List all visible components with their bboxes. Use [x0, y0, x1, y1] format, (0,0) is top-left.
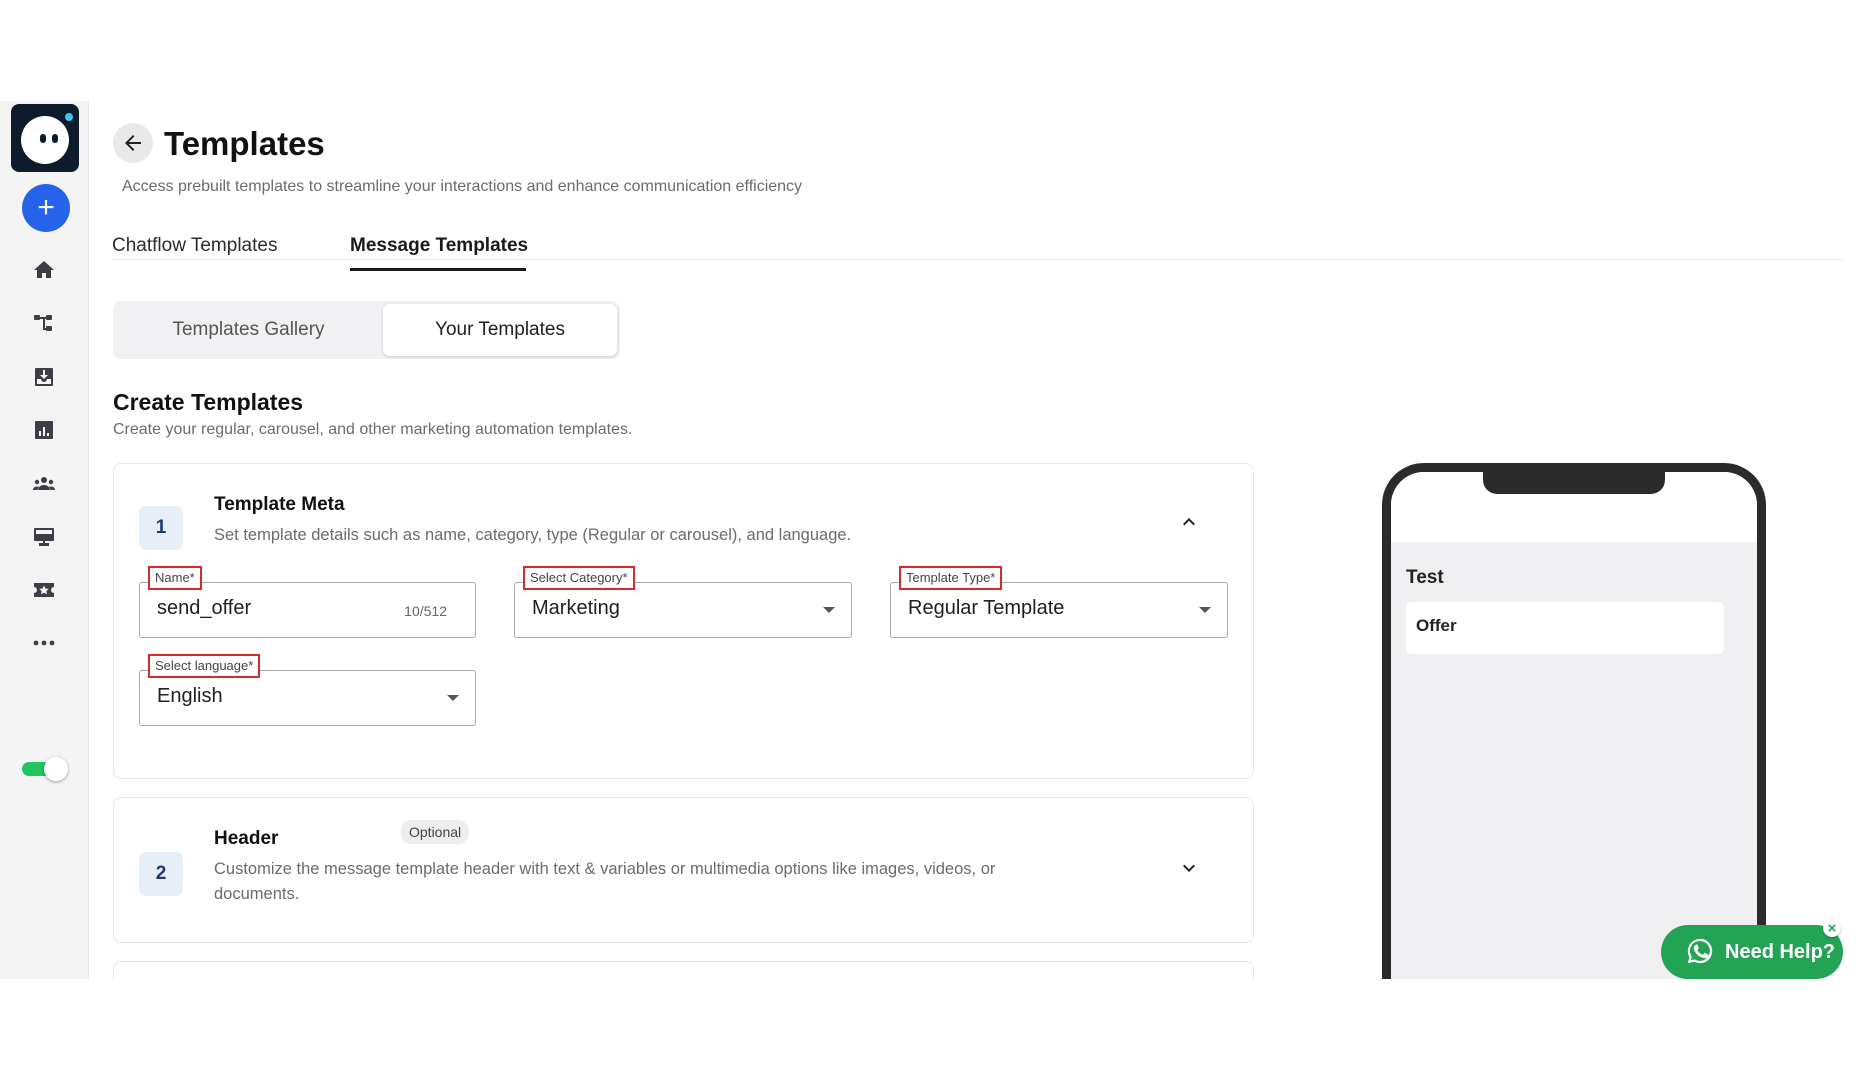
dropdown-arrow-icon [1199, 607, 1211, 613]
page-subtitle: Access prebuilt templates to streamline … [122, 178, 803, 195]
card-description: Set template details such as name, categ… [214, 526, 852, 544]
template-type-label: Template Type* [899, 566, 1003, 590]
status-toggle[interactable] [22, 757, 68, 781]
section-subtitle: Create your regular, carousel, and other… [113, 421, 633, 438]
header-card[interactable]: 2 Header Optional Customize the message … [113, 797, 1254, 943]
need-help-button[interactable]: Need Help? [1661, 925, 1843, 979]
contacts-icon[interactable] [28, 467, 60, 499]
next-step-card[interactable] [113, 961, 1254, 979]
language-select-label: Select language* [148, 654, 261, 678]
your-templates-button[interactable]: Your Templates [383, 304, 617, 356]
ticket-icon[interactable] [28, 574, 60, 606]
more-icon[interactable] [28, 627, 60, 659]
template-meta-card: 1 Template Meta Set template details suc… [113, 463, 1254, 779]
category-select[interactable]: Select Category* Marketing [514, 566, 852, 638]
card-title: Header [214, 828, 279, 849]
name-field-label: Name* [148, 566, 202, 590]
phone-notch [1483, 472, 1665, 494]
tab-message-templates[interactable]: Message Templates [350, 235, 528, 257]
name-field[interactable]: Name* send_offer 10/512 [139, 566, 476, 638]
template-type-select[interactable]: Template Type* Regular Template [890, 566, 1228, 638]
add-button[interactable]: + [22, 184, 70, 232]
tab-bar: Chatflow Templates Message Templates [112, 211, 1842, 260]
page-title: Templates [164, 125, 325, 162]
name-field-value[interactable]: send_offer [157, 597, 251, 620]
preview-message-bubble: Offer [1406, 602, 1724, 654]
active-tab-indicator [350, 268, 526, 271]
language-select[interactable]: Select language* English [139, 654, 476, 726]
preview-template-name: Test [1406, 567, 1444, 588]
step-number: 2 [139, 852, 183, 896]
billboard-icon[interactable] [28, 521, 60, 553]
templates-gallery-button[interactable]: Templates Gallery [113, 301, 384, 359]
card-description: Customize the message template header wi… [214, 860, 996, 903]
dropdown-arrow-icon [447, 695, 459, 701]
back-button[interactable] [113, 123, 153, 163]
step-number: 1 [139, 506, 183, 550]
preview-message-text: Offer [1416, 616, 1457, 635]
chevron-up-icon[interactable] [1177, 510, 1201, 534]
optional-badge: Optional [401, 820, 470, 844]
close-help-button[interactable]: × [1823, 919, 1841, 937]
card-title: Template Meta [214, 494, 345, 515]
category-select-value: Marketing [532, 597, 620, 619]
flow-icon[interactable] [28, 307, 60, 339]
category-select-label: Select Category* [523, 566, 635, 590]
message-preview-phone: Test Offer [1382, 463, 1766, 979]
brand-logo[interactable] [11, 104, 79, 172]
template-type-value: Regular Template [908, 597, 1065, 619]
whatsapp-icon [1687, 938, 1713, 964]
need-help-label: Need Help? [1725, 941, 1836, 963]
dropdown-arrow-icon [823, 607, 835, 613]
section-title: Create Templates [113, 389, 304, 415]
character-counter: 10/512 [404, 603, 447, 619]
language-select-value: English [157, 685, 223, 707]
analytics-icon[interactable] [28, 414, 60, 446]
home-icon[interactable] [28, 254, 60, 286]
template-source-switch: Templates Gallery Your Templates [113, 301, 620, 359]
sidebar: + [0, 101, 89, 979]
tab-chatflow-templates[interactable]: Chatflow Templates [112, 235, 277, 257]
inbox-icon[interactable] [28, 361, 60, 393]
arrow-left-icon [125, 135, 141, 151]
app-window: + Templates Access prebuilt templates to… [0, 101, 1866, 979]
chevron-down-icon[interactable] [1177, 856, 1201, 880]
